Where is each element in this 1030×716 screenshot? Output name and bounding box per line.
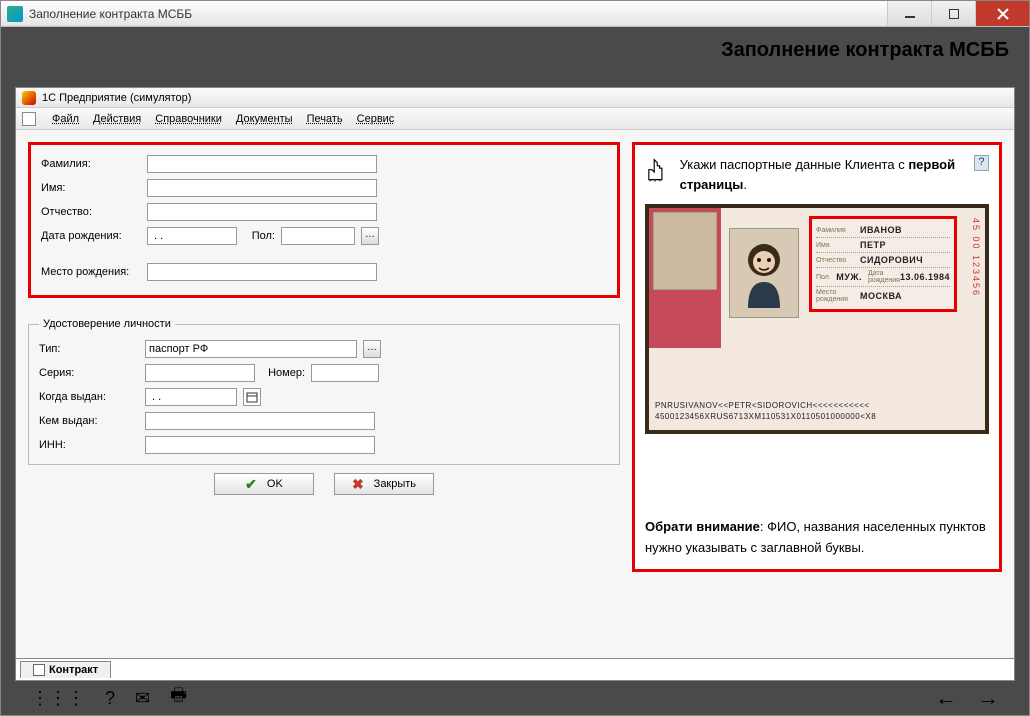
x-icon: ✖ [352,476,364,493]
menu-actions[interactable]: Действия [93,113,141,125]
ok-button[interactable]: ✔ OK [214,473,314,495]
pointer-icon [645,155,670,189]
pp-sex: МУЖ. [836,272,862,282]
number-input[interactable] [311,364,379,382]
main-window: Заполнение контракта МСББ Заполнение кон… [0,0,1030,716]
name-input[interactable] [147,179,377,197]
print-icon[interactable]: 🖶 [170,683,187,713]
1c-logo-icon [22,91,36,105]
issued-by-input[interactable] [145,412,375,430]
apps-icon[interactable]: ⋮⋮⋮ [31,688,85,709]
menubar: Файл Действия Справочники Документы Печа… [16,108,1014,130]
hint-line1: Укажи паспортные данные Клиента с [680,157,909,172]
statusbar: ⋮⋮⋮ ? ✉ 🖶 ← → [15,681,1015,715]
issued-by-label: Кем выдан: [39,415,139,427]
app-area: 1С Предприятие (симулятор) Файл Действия… [1,73,1029,715]
inn-input[interactable] [145,436,375,454]
pp-patronymic: СИДОРОВИЧ [860,255,923,265]
personal-data-group: Фамилия: Имя: Отчество: Дата рожден [28,142,620,298]
close-form-button[interactable]: ✖ Закрыть [334,473,434,495]
surname-label: Фамилия: [41,158,141,170]
hint-note: Обрати внимание: ФИО, названия населенны… [645,517,989,559]
ok-label: OK [267,478,283,490]
note-bold: Обрати внимание [645,519,760,534]
right-column: Укажи паспортные данные Клиента с первой… [632,142,1002,646]
menu-service[interactable]: Сервис [357,113,395,125]
footer-tabs: Контракт [16,658,1014,680]
menu-catalogs[interactable]: Справочники [155,113,222,125]
window-title: Заполнение контракта МСББ [29,7,887,21]
simulator-titlebar: 1С Предприятие (симулятор) [16,88,1014,108]
dob-label: Дата рождения: [41,230,141,242]
app-icon [7,6,23,22]
name-label: Имя: [41,182,141,194]
patronymic-label: Отчество: [41,206,141,218]
menu-file[interactable]: Файл [52,113,79,125]
doc-type-label: Тип: [39,343,139,355]
doc-type-picker-button[interactable]: … [363,340,381,358]
hint-panel: Укажи паспортные данные Клиента с первой… [632,142,1002,572]
patronymic-input[interactable] [147,203,377,221]
menu-print[interactable]: Печать [307,113,343,125]
number-label: Номер: [261,367,305,379]
prev-button[interactable]: ← [935,685,957,711]
identity-wrapper: Удостоверение личности Тип: … Серия: Ном… [28,318,620,495]
gender-picker-button[interactable]: … [361,227,379,245]
mail-icon[interactable]: ✉ [135,688,150,709]
passport-number-side: 45 00 123456 [971,218,981,297]
passport-image: ФамилияИВАНОВ ИмяПЕТР ОтчествоСИДОРОВИЧ … [645,204,989,434]
pp-name: ПЕТР [860,240,886,250]
hint-top: Укажи паспортные данные Клиента с первой… [645,155,989,194]
hint-text: Укажи паспортные данные Клиента с первой… [680,155,964,194]
titlebar: Заполнение контракта МСББ [1,1,1029,27]
inn-label: ИНН: [39,439,139,451]
check-icon: ✔ [245,476,257,493]
gender-input[interactable] [281,227,355,245]
tab-contract[interactable]: Контракт [20,661,111,678]
document-icon [33,664,45,676]
surname-input[interactable] [147,155,377,173]
birthplace-label: Место рождения: [41,266,141,278]
help-icon[interactable]: ? [105,688,115,709]
identity-group: Удостоверение личности Тип: … Серия: Ном… [28,318,620,465]
tab-label: Контракт [49,664,98,676]
simulator-title: 1С Предприятие (симулятор) [42,92,191,104]
gender-label: Пол: [243,230,275,242]
passport-photo [729,228,799,318]
page-title: Заполнение контракта МСББ [721,39,1009,62]
passport-highlighted-fields: ФамилияИВАНОВ ИмяПЕТР ОтчествоСИДОРОВИЧ … [809,216,957,312]
next-button[interactable]: → [977,685,999,711]
calendar-icon [246,391,258,403]
help-button[interactable]: ? [974,155,989,171]
series-label: Серия: [39,367,139,379]
pp-birthplace: МОСКВА [860,291,902,301]
minimize-button[interactable] [887,1,931,26]
close-label: Закрыть [374,478,416,490]
passport-mrz: PNRUSIVANOV<<PETR<SIDOROVICH<<<<<<<<<<< … [655,400,979,422]
window-controls [887,1,1029,26]
left-column: Фамилия: Имя: Отчество: Дата рожден [28,142,620,646]
pp-dob: 13.06.1984 [900,272,950,282]
menu-documents[interactable]: Документы [236,113,293,125]
calendar-button[interactable] [243,388,261,406]
passport-left-strip [649,208,721,348]
content: Фамилия: Имя: Отчество: Дата рожден [16,130,1014,658]
simulator-window: 1С Предприятие (симулятор) Файл Действия… [15,87,1015,681]
page-header: Заполнение контракта МСББ [1,27,1029,73]
dob-input[interactable] [147,227,237,245]
issued-when-input[interactable] [145,388,237,406]
issued-when-label: Когда выдан: [39,391,139,403]
close-button[interactable] [975,1,1029,26]
series-input[interactable] [145,364,255,382]
identity-legend: Удостоверение личности [39,318,175,330]
pp-surname: ИВАНОВ [860,225,902,235]
action-row: ✔ OK ✖ Закрыть [28,473,620,495]
mrz-line2: 4500123456XRUS6713XM110531X0110501000000… [655,411,979,422]
maximize-button[interactable] [931,1,975,26]
doc-type-input[interactable] [145,340,357,358]
birthplace-input[interactable] [147,263,377,281]
toolbar-icon[interactable] [22,112,36,126]
mrz-line1: PNRUSIVANOV<<PETR<SIDOROVICH<<<<<<<<<<< [655,400,979,411]
